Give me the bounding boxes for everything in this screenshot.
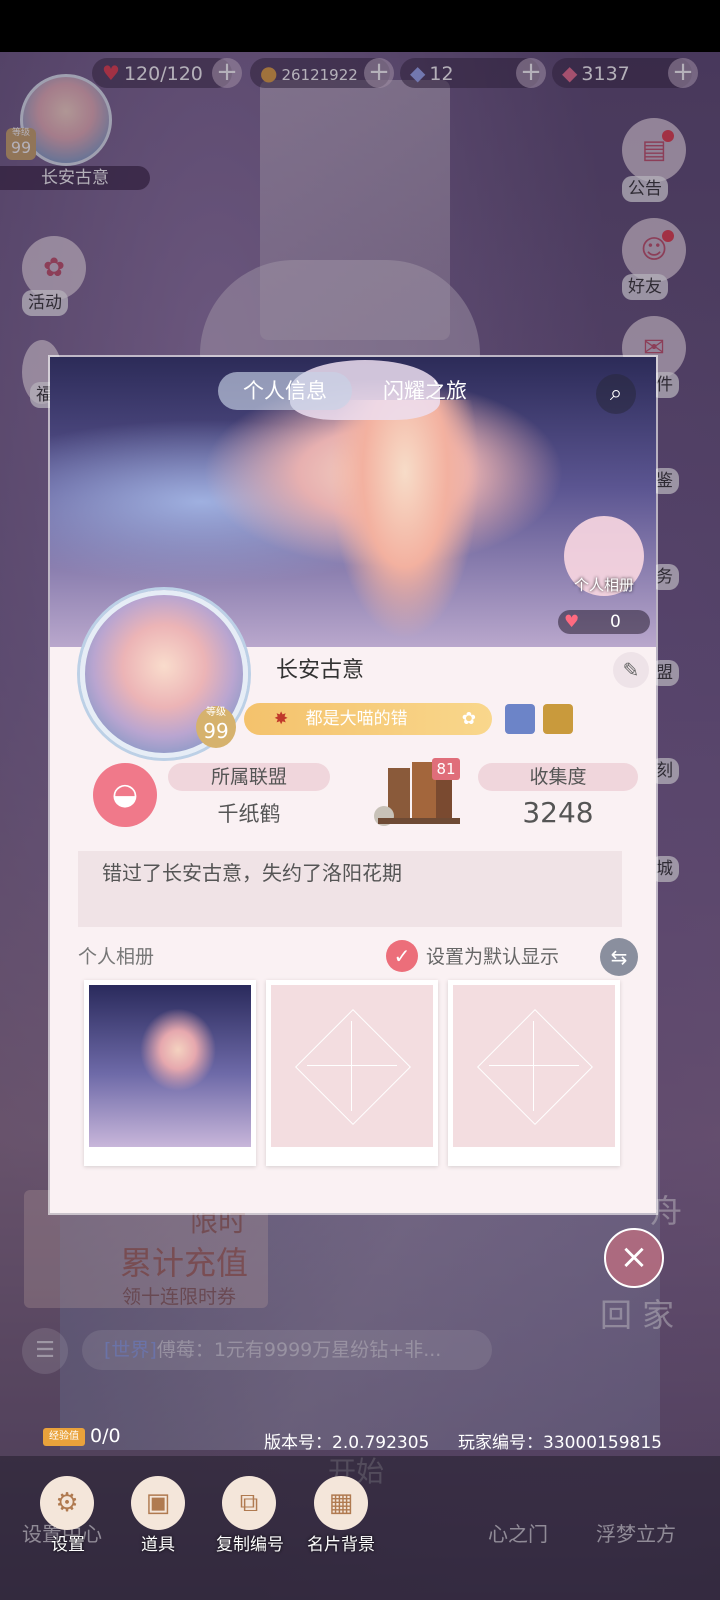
alliance-value: 千纸鹤 [217,802,281,826]
collection-count-badge: 81 [432,758,460,780]
profile-level-badge: 等级 99 [196,706,236,748]
items-label: 道具 [141,1535,175,1555]
copy-id-button[interactable]: ⧉ [222,1476,276,1530]
collection-value: 3248 [522,796,594,829]
search-icon: ⌕ [609,381,623,406]
exp-value: 0/0 [90,1425,121,1447]
angry-icon: ✸ [274,709,289,729]
empty-slot-frame-icon [295,1009,411,1125]
gear-icon: ⚙ [55,1488,79,1518]
medal-badge-blue[interactable] [505,704,535,734]
default-display-checkbox[interactable]: ✓ [386,940,418,972]
empty-slot-frame-icon [477,1009,593,1125]
dream-cube-label: 浮梦立方 [596,1522,676,1546]
close-button[interactable]: × [604,1228,664,1288]
default-display-label: 设置为默认显示 [426,946,560,968]
title-badge[interactable]: ✸ 都是大喵的错 ✿ [244,703,492,735]
settings-button[interactable]: ⚙ [40,1476,94,1530]
card-background-button[interactable]: ▦ [314,1476,368,1530]
personal-motto[interactable]: 错过了长安古意，失约了洛阳花期 [78,851,622,927]
album-photo-1[interactable] [84,980,256,1166]
check-icon: ✓ [393,944,411,968]
pencil-icon: ✎ [622,658,640,682]
bag-icon: ▣ [145,1488,171,1518]
profile-tabs: 个人信息 闪耀之旅 [218,372,490,410]
swap-button[interactable]: ⇆ [600,938,638,976]
card-background-label: 名片背景 [307,1535,375,1555]
id-card-icon: ▦ [328,1488,354,1518]
copy-id-label: 复制编号 [216,1535,284,1555]
medal-badge-gold[interactable] [543,704,573,734]
player-number: 玩家编号：33000159815 [458,1433,662,1453]
alliance-fan-icon: ◒ [93,763,157,827]
search-button[interactable]: ⌕ [596,374,636,414]
close-icon: × [619,1237,649,1277]
personal-album-label: 个人相册 [573,576,634,594]
items-button[interactable]: ▣ [131,1476,185,1530]
hero-character [330,400,480,640]
alliance-label: 所属联盟 [168,763,330,791]
status-bar [0,0,720,52]
paw-icon: ✿ [461,709,476,729]
version-number: 版本号：2.0.792305 [264,1433,430,1453]
heart-door-label: 心之门 [488,1522,548,1546]
settings-label: 设置 [51,1535,85,1555]
album-photo-empty-1[interactable] [266,980,438,1166]
tab-personal-info[interactable]: 个人信息 [218,372,352,410]
like-counter[interactable]: ♥ 0 [558,610,650,634]
album-photo-empty-2[interactable] [448,980,620,1166]
heart-icon: ♥ [564,612,580,632]
swap-icon: ⇆ [610,945,628,969]
album-photo-image [89,985,251,1147]
copy-icon: ⧉ [239,1488,259,1518]
album-section-title: 个人相册 [78,946,155,968]
exp-tag: 经验值 [43,1428,85,1446]
edit-button[interactable]: ✎ [613,652,649,688]
tab-shining-journey[interactable]: 闪耀之旅 [360,372,490,410]
profile-player-name: 长安古意 [276,658,365,683]
collection-label: 收集度 [478,763,638,791]
